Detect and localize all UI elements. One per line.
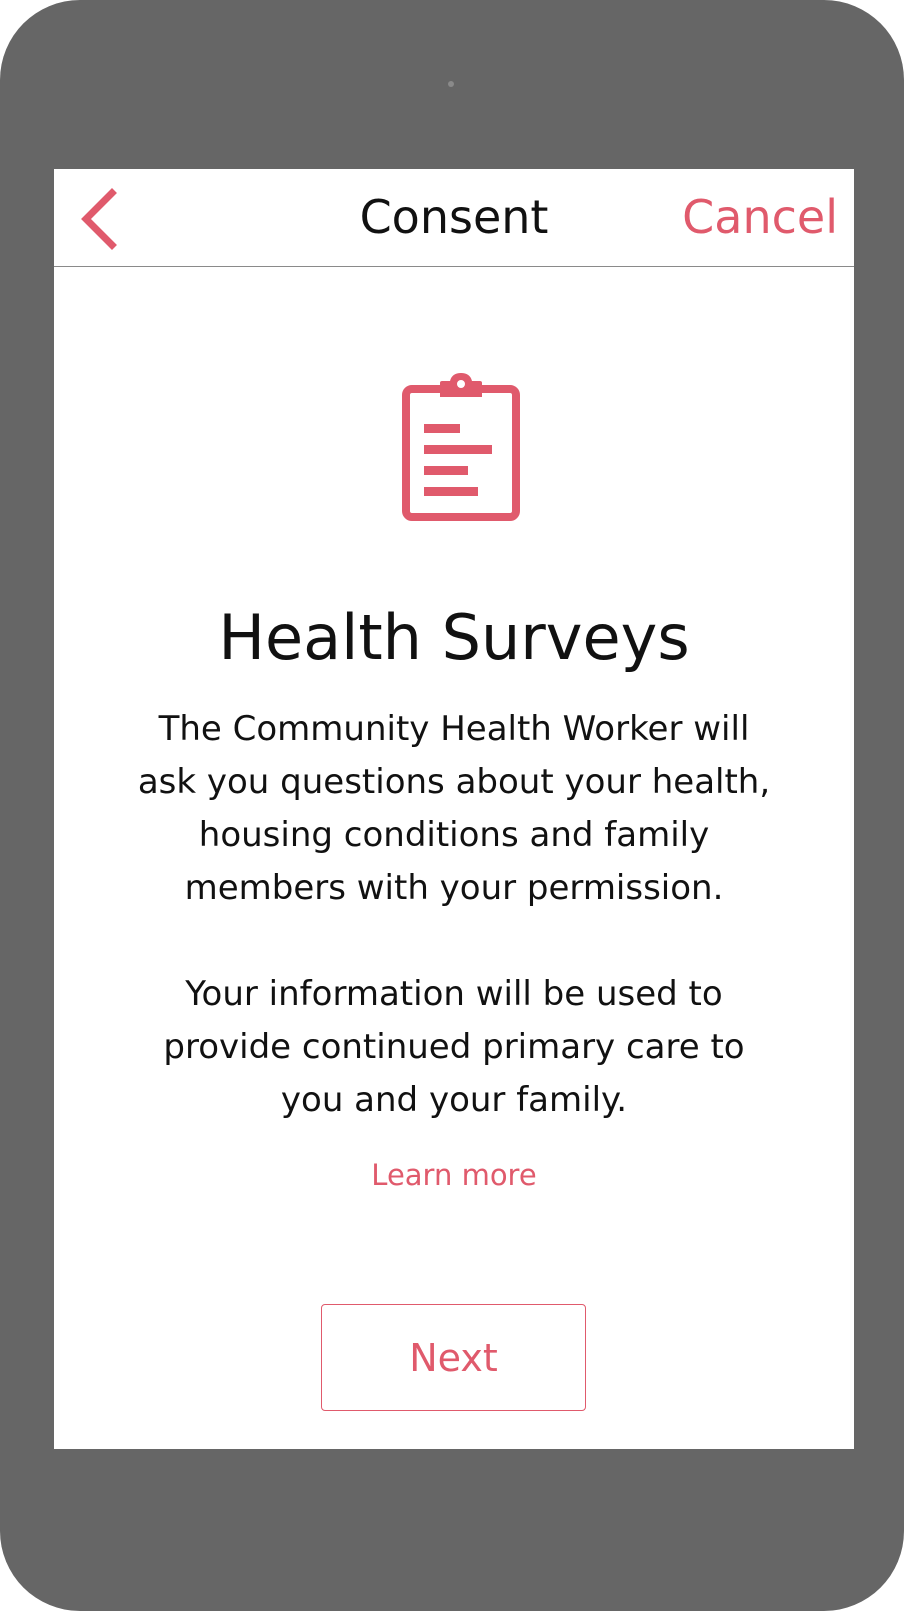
description-paragraph-1: The Community Health Worker will ask you… — [137, 709, 771, 908]
app-screen: Consent Cancel Health Surveys The Commun… — [54, 169, 854, 1449]
learn-more-link[interactable]: Learn more — [54, 1155, 854, 1195]
description-paragraph-2: Your information will be used to provide… — [163, 974, 745, 1120]
section-heading: Health Surveys — [218, 601, 690, 674]
back-button[interactable] — [76, 187, 124, 251]
next-button[interactable]: Next — [321, 1304, 586, 1411]
navigation-bar: Consent Cancel — [54, 169, 854, 267]
cancel-button[interactable]: Cancel — [682, 189, 838, 245]
clipboard-icon — [402, 373, 520, 521]
page-title: Consent — [359, 190, 549, 244]
chevron-left-icon — [81, 188, 117, 250]
device-frame: Consent Cancel Health Surveys The Commun… — [0, 0, 904, 1611]
camera-dot — [448, 81, 454, 87]
